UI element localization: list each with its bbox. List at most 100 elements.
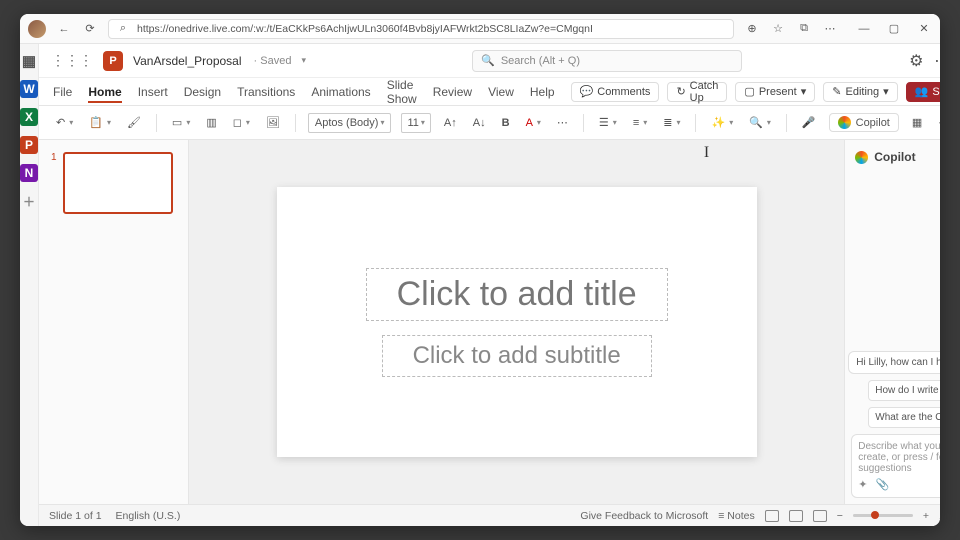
font-color-button[interactable]: A [523, 115, 544, 131]
address-bar[interactable]: ⌕ [108, 19, 734, 39]
format-painter-button[interactable]: 🖌 [124, 114, 144, 131]
more-font-button[interactable]: ⋯ [554, 114, 571, 131]
settings-icon[interactable]: ⚙ [908, 53, 924, 69]
tab-view[interactable]: View [488, 81, 514, 103]
tab-insert[interactable]: Insert [138, 81, 168, 103]
copilot-suggestion-2[interactable]: What are the OKRs this… [868, 407, 940, 428]
align-button[interactable]: ≣ [660, 114, 683, 131]
slide-thumbnail-1[interactable] [63, 152, 173, 214]
new-slide-button[interactable]: ▭ [169, 114, 193, 131]
more-icon[interactable]: ⋯ [822, 21, 838, 37]
collections-icon[interactable]: ⧉ [796, 21, 812, 37]
catchup-button[interactable]: ↻ Catch Up [667, 82, 727, 102]
copilot-panel: Copilot Hi Lilly, how can I help get you… [844, 140, 940, 504]
read-aloud-icon[interactable]: ⊕ [744, 21, 760, 37]
bullets-button[interactable]: ☰ [596, 114, 620, 131]
editing-button[interactable]: ✎ Editing ▾ [823, 82, 897, 102]
profile-avatar-icon[interactable] [28, 20, 46, 38]
zoom-level[interactable]: 100% [939, 510, 940, 522]
browser-chrome: ← ⟳ ⌕ ⊕ ☆ ⧉ ⋯ — ▢ ✕ [20, 14, 940, 44]
tab-file[interactable]: File [53, 81, 72, 103]
dictate-button[interactable]: 🎤 [799, 114, 819, 131]
tab-slideshow[interactable]: Slide Show [387, 74, 417, 110]
title-placeholder[interactable]: Click to add title [366, 268, 668, 321]
search-placeholder: Search (Alt + Q) [501, 55, 580, 67]
save-state: · Saved [254, 55, 292, 67]
designer-button[interactable]: ✨ [708, 114, 736, 131]
feedback-link[interactable]: Give Feedback to Microsoft [580, 510, 708, 522]
thumb-number: 1 [51, 152, 57, 214]
font-selector[interactable]: Aptos (Body) [308, 113, 392, 133]
subtitle-placeholder[interactable]: Click to add subtitle [382, 335, 652, 377]
sparkle-icon[interactable]: ✦ [858, 478, 867, 491]
home-toolbar: ↶ 📋 🖌 ▭ ▥ ◻ 🖼 Aptos (Body) 11 A↑ A↓ B A … [39, 106, 940, 140]
onenote-icon[interactable]: N [20, 164, 38, 182]
tab-transitions[interactable]: Transitions [237, 81, 295, 103]
copilot-toolbar-button[interactable]: Copilot [829, 113, 899, 132]
copilot-icon [855, 151, 868, 164]
word-icon[interactable]: W [20, 80, 38, 98]
copilot-input[interactable]: Describe what you'd like to create, or p… [851, 434, 940, 498]
copilot-suggestion-1[interactable]: How do I write a Contoso… [868, 380, 940, 401]
notes-button[interactable]: ≡ Notes [718, 510, 754, 522]
slide-canvas[interactable]: I Click to add title Click to add subtit… [189, 140, 844, 504]
tab-review[interactable]: Review [433, 81, 472, 103]
language[interactable]: English (U.S.) [116, 510, 181, 522]
share-button[interactable]: 👥 Share ▾ [906, 82, 940, 102]
more-commands-button[interactable]: ⋯ [935, 114, 940, 131]
picture-button[interactable]: 🖼 [263, 114, 283, 131]
comments-button[interactable]: 💬 Comments [571, 82, 660, 102]
powerpoint-icon[interactable]: P [20, 136, 38, 154]
zoom-slider[interactable] [853, 514, 913, 517]
tab-help[interactable]: Help [530, 81, 555, 103]
app-rail: ▦ W X P N ＋ [20, 44, 39, 526]
favorite-icon[interactable]: ☆ [770, 21, 786, 37]
zoom-out-button[interactable]: − [837, 510, 843, 522]
doc-chevron-icon[interactable]: ▾ [301, 55, 306, 66]
search-box[interactable]: 🔍 Search (Alt + Q) [472, 50, 742, 72]
copilot-greeting: Hi Lilly, how can I help get you started… [848, 351, 940, 374]
slide: Click to add title Click to add subtitle [277, 187, 757, 457]
url-input[interactable] [137, 23, 727, 35]
sorter-view-icon[interactable] [789, 510, 803, 522]
attach-icon[interactable]: 📎 [875, 478, 889, 491]
app-launcher-icon[interactable]: ▦ [20, 52, 38, 70]
copilot-header: Copilot [845, 140, 940, 174]
maximize-icon[interactable]: ▢ [886, 21, 902, 37]
increase-font-button[interactable]: A↑ [441, 115, 460, 131]
text-cursor-icon: I [704, 144, 709, 162]
refresh-icon[interactable]: ⟳ [82, 21, 98, 37]
search-icon: 🔍 [481, 54, 495, 67]
paste-button[interactable]: 📋 [86, 114, 114, 131]
undo-button[interactable]: ↶ [53, 114, 76, 131]
slide-count[interactable]: Slide 1 of 1 [49, 510, 102, 522]
shapes-button[interactable]: ◻ [230, 114, 253, 131]
document-name[interactable]: VanArsdel_Proposal [133, 54, 242, 68]
overflow-icon[interactable]: ⋯ [934, 53, 940, 69]
excel-icon[interactable]: X [20, 108, 38, 126]
bold-button[interactable]: B [499, 115, 513, 131]
normal-view-icon[interactable] [765, 510, 779, 522]
font-size[interactable]: 11 [401, 113, 430, 133]
find-button[interactable]: 🔍 [746, 114, 774, 131]
add-app-icon[interactable]: ＋ [20, 192, 38, 210]
tab-design[interactable]: Design [184, 81, 221, 103]
back-icon[interactable]: ← [56, 21, 72, 37]
minimize-icon[interactable]: — [856, 21, 872, 37]
tab-home[interactable]: Home [88, 81, 121, 103]
zoom-in-button[interactable]: + [923, 510, 929, 522]
waffle-icon[interactable]: ⋮⋮⋮ [51, 52, 93, 69]
reading-view-icon[interactable] [813, 510, 827, 522]
layout-button[interactable]: ▥ [203, 114, 219, 131]
addins-button[interactable]: ▦ [909, 114, 925, 131]
powerpoint-logo-icon: P [103, 51, 123, 71]
title-bar: ⋮⋮⋮ P VanArsdel_Proposal · Saved ▾ 🔍 Sea… [39, 44, 940, 78]
close-icon[interactable]: ✕ [916, 21, 932, 37]
tab-animations[interactable]: Animations [311, 81, 370, 103]
present-button[interactable]: ▢ Present ▾ [735, 82, 815, 102]
slide-thumbnails: 1 [39, 140, 189, 504]
status-bar: Slide 1 of 1 English (U.S.) Give Feedbac… [39, 504, 940, 526]
decrease-font-button[interactable]: A↓ [470, 115, 489, 131]
ribbon-tabs: File Home Insert Design Transitions Anim… [39, 78, 940, 106]
numbering-button[interactable]: ≡ [630, 115, 650, 131]
